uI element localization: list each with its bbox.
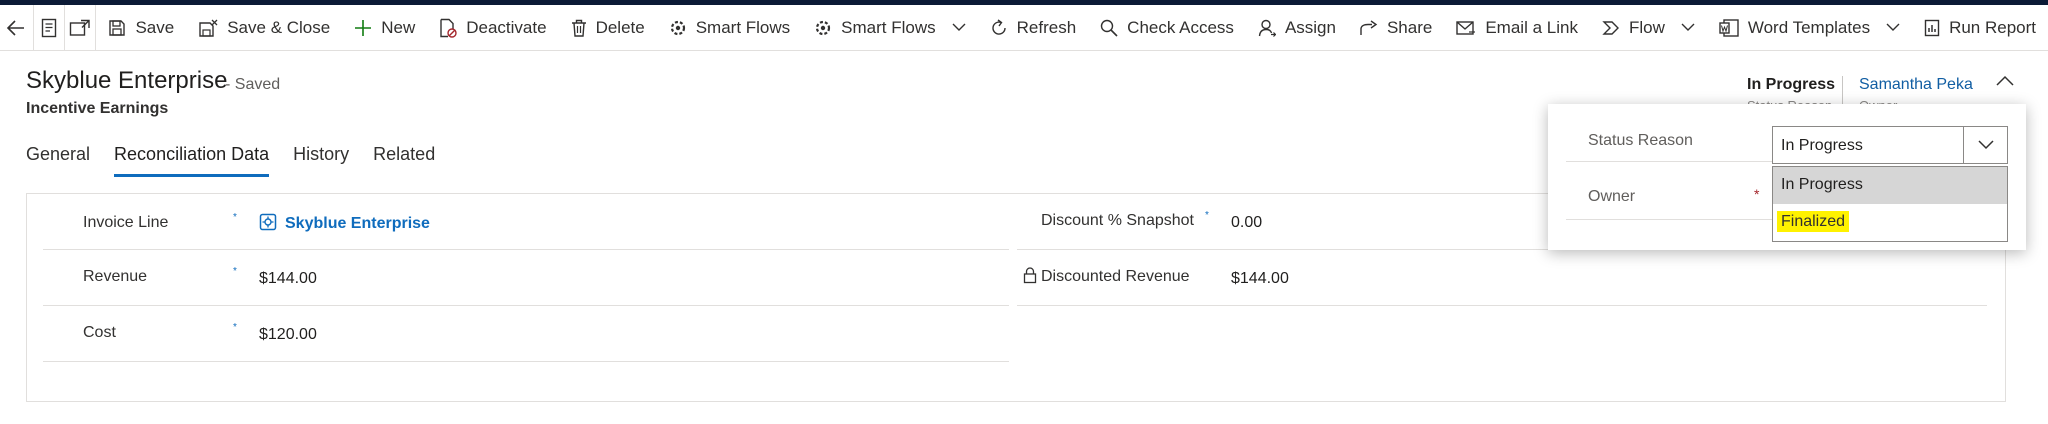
form-selector-button[interactable] xyxy=(34,4,66,51)
save-icon xyxy=(109,19,126,36)
smart-flows-gear-icon xyxy=(816,20,831,35)
chevron-down-icon xyxy=(1977,140,1994,150)
tab-history[interactable]: History xyxy=(293,144,349,176)
invoice-line-label: Invoice Line xyxy=(83,214,169,231)
option-finalized-label: Finalized xyxy=(1777,211,1850,232)
form-tabs: General Reconciliation Data History Rela… xyxy=(26,144,459,177)
refresh-label: Refresh xyxy=(1016,17,1077,37)
deactivate-label: Deactivate xyxy=(466,17,547,37)
status-reason-selected: In Progress xyxy=(1781,137,1863,154)
chevron-down-icon[interactable] xyxy=(952,23,966,32)
assign-label: Assign xyxy=(1284,17,1336,37)
save-close-icon xyxy=(199,19,218,37)
check-access-button[interactable]: Check Access xyxy=(1088,5,1246,51)
flow-icon xyxy=(1602,20,1619,35)
smart-flows-gear-icon xyxy=(670,20,685,35)
new-button[interactable]: New xyxy=(342,5,427,51)
deactivate-button[interactable]: Deactivate xyxy=(427,5,558,51)
required-marker: * xyxy=(1205,210,1209,221)
option-finalized[interactable]: Finalized xyxy=(1773,204,2007,241)
delete-label: Delete xyxy=(595,17,645,37)
new-label: New xyxy=(381,17,416,37)
tab-reconciliation-data[interactable]: Reconciliation Data xyxy=(114,144,270,177)
word-templates-label: Word Templates xyxy=(1747,17,1871,37)
tab-general[interactable]: General xyxy=(26,144,90,176)
save-close-label: Save & Close xyxy=(227,17,331,37)
trash-icon xyxy=(571,19,586,37)
required-marker: * xyxy=(233,322,237,333)
header-status-value[interactable]: In Progress xyxy=(1747,76,1835,94)
save-status: - Saved xyxy=(225,76,281,93)
flow-button[interactable]: Flow xyxy=(1590,5,1707,51)
required-marker: * xyxy=(233,212,237,223)
entity-name: Incentive Earnings xyxy=(26,100,169,117)
flyout-status-label: Status Reason xyxy=(1588,132,1693,149)
refresh-button[interactable]: Refresh xyxy=(978,5,1089,51)
smart-flows-label-1: Smart Flows xyxy=(695,17,791,37)
lock-icon xyxy=(1023,267,1037,289)
refresh-icon xyxy=(991,18,1006,35)
back-arrow-icon xyxy=(7,19,25,36)
share-icon xyxy=(1360,19,1378,35)
back-button[interactable] xyxy=(0,4,34,51)
person-assign-icon xyxy=(1258,19,1276,37)
invoice-line-link[interactable]: Skyblue Enterprise xyxy=(285,215,430,233)
invoice-line-row: Invoice Line * Skyblue Enterprise xyxy=(43,194,1009,250)
discounted-revenue-value: $144.00 xyxy=(1231,270,1289,287)
assign-button[interactable]: Assign xyxy=(1246,5,1348,51)
status-reason-options: In Progress Finalized xyxy=(1772,166,2008,242)
header-owner-value[interactable]: Samantha Peka xyxy=(1859,76,1973,94)
required-marker: * xyxy=(1754,186,1760,202)
revenue-row: Revenue * $144.00 xyxy=(43,250,1009,306)
word-templates-button[interactable]: Word Templates xyxy=(1707,5,1912,51)
command-bar: Save Save & Close New Deactivate Delete … xyxy=(0,4,2048,51)
email-link-button[interactable]: Email a Link xyxy=(1444,5,1590,51)
share-label: Share xyxy=(1386,17,1433,37)
invoice-line-entity-icon xyxy=(259,213,277,236)
header-collapse-button[interactable] xyxy=(1996,74,2014,92)
flyout-owner-label: Owner xyxy=(1588,188,1636,205)
cost-row: Cost * $120.00 xyxy=(43,306,1009,362)
flow-label: Flow xyxy=(1628,17,1665,37)
report-icon xyxy=(1924,19,1940,36)
discounted-revenue-label: Discounted Revenue xyxy=(1041,268,1190,285)
discount-snapshot-label: Discount % Snapshot xyxy=(1041,212,1194,229)
form-icon xyxy=(41,18,57,37)
revenue-label: Revenue xyxy=(83,268,148,285)
delete-button[interactable]: Delete xyxy=(559,5,657,51)
check-access-label: Check Access xyxy=(1127,17,1234,37)
tab-related[interactable]: Related xyxy=(373,144,435,176)
smart-flows-button-2[interactable]: Smart Flows xyxy=(802,5,977,51)
status-reason-dropdown-button[interactable] xyxy=(1963,127,2007,163)
smart-flows-label-2: Smart Flows xyxy=(841,17,936,37)
magnifier-icon xyxy=(1100,19,1118,37)
cost-label: Cost xyxy=(83,324,116,341)
word-template-icon xyxy=(1719,18,1739,37)
chevron-down-icon[interactable] xyxy=(1681,23,1695,32)
email-link-icon xyxy=(1456,20,1476,35)
save-close-button[interactable]: Save & Close xyxy=(186,5,342,51)
discount-snapshot-value[interactable]: 0.00 xyxy=(1231,214,1262,232)
revenue-value[interactable]: $144.00 xyxy=(259,270,317,288)
discounted-revenue-row: Discounted Revenue $144.00 xyxy=(1017,250,1987,306)
required-marker: * xyxy=(233,266,237,277)
record-title: Skyblue Enterprise xyxy=(26,67,228,94)
cost-value[interactable]: $120.00 xyxy=(259,326,317,344)
open-new-window-button[interactable] xyxy=(65,4,97,51)
open-in-new-window-icon xyxy=(70,19,91,36)
run-report-label: Run Report xyxy=(1949,17,2037,37)
email-link-label: Email a Link xyxy=(1485,17,1578,37)
deactivate-icon xyxy=(440,18,457,38)
save-button[interactable]: Save xyxy=(96,5,186,51)
chevron-up-icon xyxy=(1996,75,2014,86)
run-report-button[interactable]: Run Report xyxy=(1912,5,2048,51)
save-label: Save xyxy=(135,17,175,37)
plus-icon xyxy=(355,19,372,36)
share-button[interactable]: Share xyxy=(1348,5,1444,51)
chevron-down-icon[interactable] xyxy=(1886,23,1900,32)
smart-flows-button-1[interactable]: Smart Flows xyxy=(657,5,802,51)
status-reason-select[interactable]: In Progress xyxy=(1772,126,2008,164)
option-in-progress[interactable]: In Progress xyxy=(1773,167,2007,204)
